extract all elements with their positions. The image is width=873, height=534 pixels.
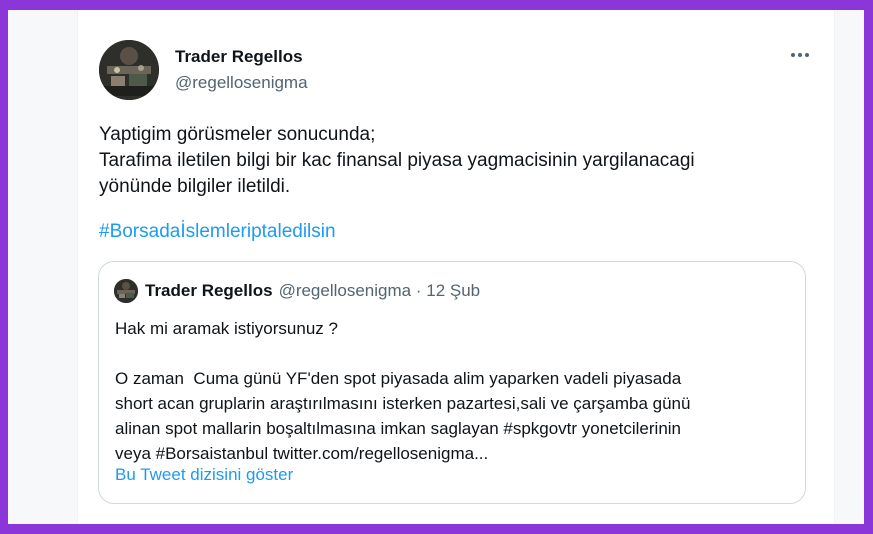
show-thread-link[interactable]: Bu Tweet dizisini göster	[115, 465, 293, 485]
tweet-body: Yaptigim görüsmeler sonucunda; Tarafima …	[99, 122, 809, 200]
quoted-line: alinan spot mallarin boşaltılmasına imka…	[115, 419, 682, 438]
quoted-author-avatar	[114, 279, 138, 303]
quoted-line: veya #Borsaistanbul twitter.com/regellos…	[115, 444, 489, 463]
quoted-line: short acan gruplarin araştırılmasını ist…	[115, 394, 691, 413]
quoted-line: O zaman Cuma günü YF'den spot piyasada a…	[115, 369, 682, 388]
quoted-date: 12 Şub	[426, 281, 481, 300]
author-avatar[interactable]	[99, 40, 159, 100]
more-horizontal-icon	[791, 53, 809, 57]
author-name[interactable]: Trader Regellos	[175, 47, 303, 67]
tweet-body-line: Yaptigim görüsmeler sonucunda;	[99, 124, 376, 145]
quoted-line	[115, 341, 795, 366]
author-handle[interactable]: @regellosenigma	[175, 73, 308, 93]
more-options-button[interactable]	[786, 45, 814, 65]
quoted-line: Hak mi aramak istiyorsunuz ?	[115, 319, 338, 338]
quoted-separator: ·	[415, 281, 422, 300]
avatar-image	[99, 40, 159, 100]
quoted-author-name: Trader Regellos	[145, 281, 273, 300]
tweet-body-line: Tarafima iletilen bilgi bir kac finansal…	[99, 150, 695, 171]
quoted-body: Hak mi aramak istiyorsunuz ? O zaman Cum…	[115, 316, 795, 466]
hashtag-link[interactable]: #Borsadaİslemleriptaledilsin	[99, 221, 336, 243]
quoted-header: Trader Regellos @regellosenigma · 12 Şub	[145, 281, 480, 301]
tweet-body-line: yönünde bilgiler iletildi.	[99, 176, 291, 197]
page-frame: Trader Regellos @regellosenigma Yaptigim…	[8, 10, 864, 524]
tweet-card: Trader Regellos @regellosenigma Yaptigim…	[77, 10, 835, 524]
quoted-author-handle: @regellosenigma	[278, 281, 412, 300]
quoted-tweet[interactable]: Trader Regellos @regellosenigma · 12 Şub …	[98, 261, 806, 504]
avatar-image	[114, 279, 138, 303]
